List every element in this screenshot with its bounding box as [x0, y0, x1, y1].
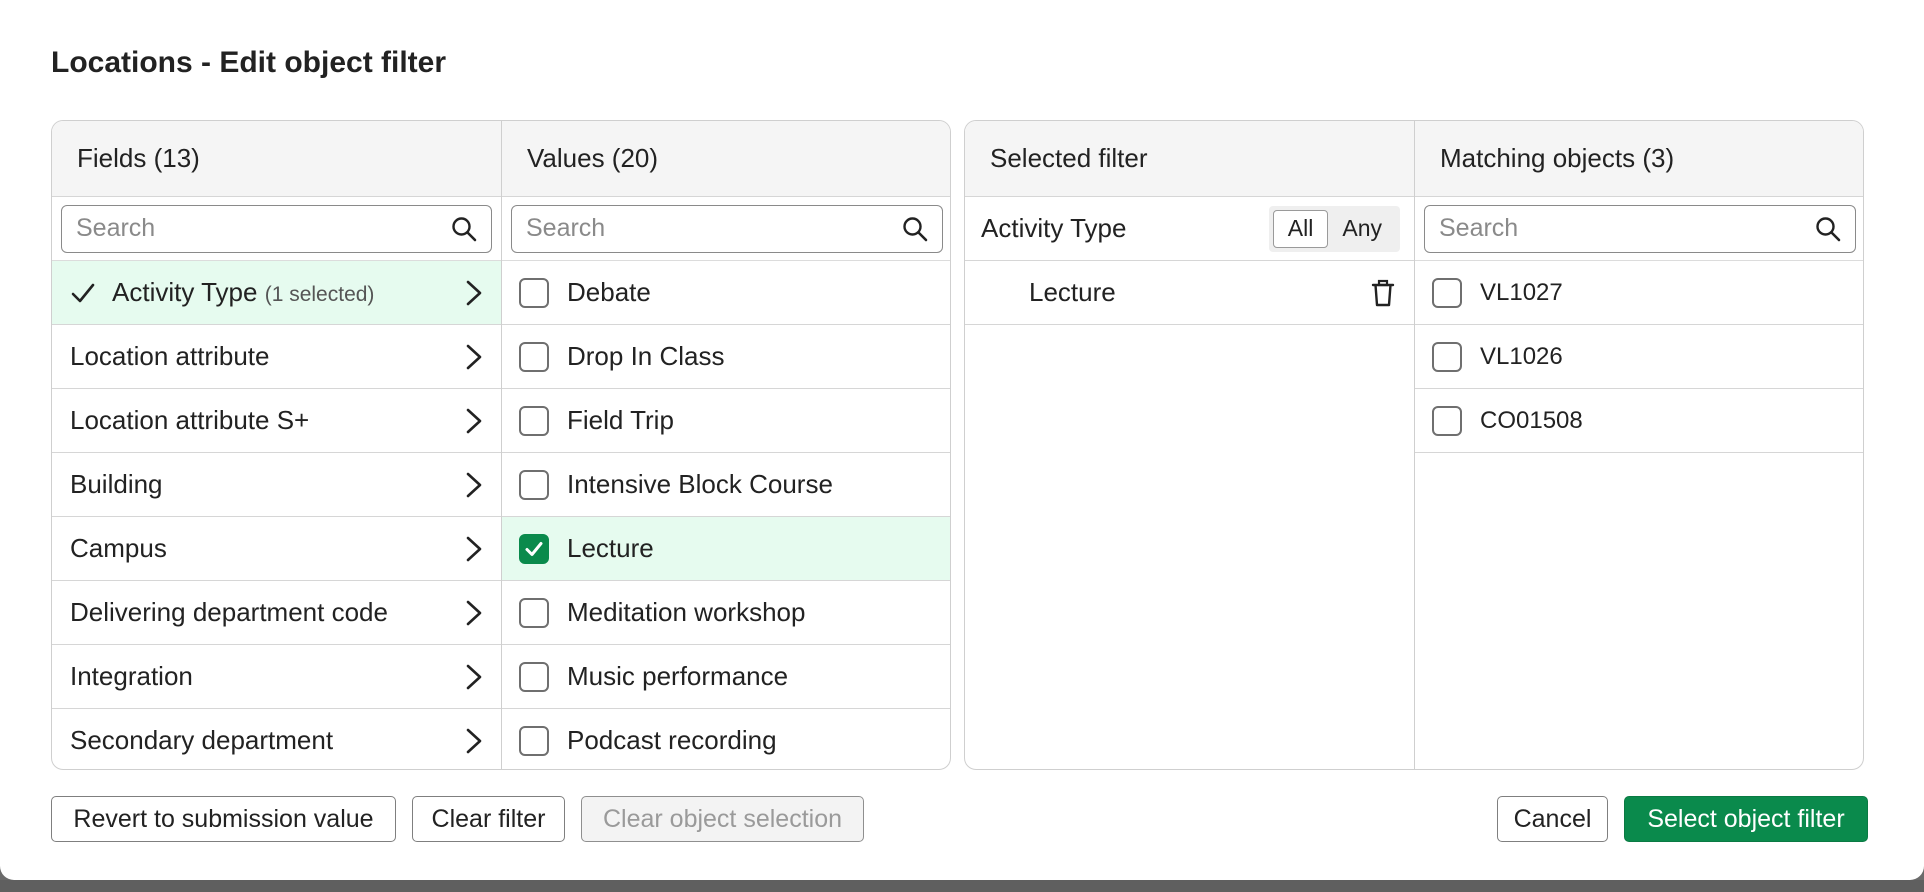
field-item-activity-type[interactable]: Activity Type (1 selected)	[52, 261, 501, 325]
toggle-any[interactable]: Any	[1328, 210, 1396, 248]
values-header: Values (20)	[502, 121, 950, 197]
selected-filter-group: Activity Type All Any	[965, 197, 1414, 261]
checkbox[interactable]	[519, 341, 549, 372]
field-item-label: Secondary department	[70, 725, 334, 755]
field-item-location-attribute-s-plus[interactable]: Location attribute S+	[52, 389, 501, 453]
search-icon[interactable]	[902, 216, 928, 242]
matching-search	[1415, 197, 1863, 261]
matching-search-box	[1424, 204, 1856, 253]
all-any-toggle: All Any	[1268, 205, 1400, 252]
chevron-right-icon	[466, 728, 482, 753]
fields-search-box	[61, 204, 492, 253]
edit-object-filter-dialog: Locations - Edit object filter Fields (1…	[0, 0, 1924, 880]
field-item-label: Campus	[70, 533, 167, 563]
toggle-all[interactable]: All	[1272, 209, 1329, 248]
matching-object-label: VL1026	[1480, 342, 1563, 370]
field-item-label: Building	[70, 469, 163, 499]
field-item-secondary-department[interactable]: Secondary department	[52, 709, 501, 769]
field-item-label: Integration	[70, 661, 193, 691]
value-item-label: Intensive Block Course	[567, 469, 833, 499]
checkbox[interactable]	[519, 661, 549, 692]
selected-filter-item-label: Lecture	[1029, 277, 1116, 307]
checkmark-icon	[525, 541, 543, 556]
checkbox[interactable]	[519, 405, 549, 436]
selected-filter-column: Selected filter Activity Type All Any Le…	[965, 121, 1414, 769]
value-item-label: Meditation workshop	[567, 597, 806, 627]
value-item-label: Lecture	[567, 533, 654, 563]
cancel-button[interactable]: Cancel	[1497, 796, 1608, 842]
matching-object-vl1026[interactable]: VL1026	[1415, 325, 1863, 389]
values-column: Values (20) Debate Drop In Class Field T…	[501, 121, 950, 769]
checkbox[interactable]	[519, 725, 549, 756]
trash-icon[interactable]	[1370, 279, 1396, 307]
chevron-right-icon	[466, 664, 482, 689]
matching-objects-header: Matching objects (3)	[1415, 121, 1863, 197]
clear-object-selection-button[interactable]: Clear object selection	[581, 796, 864, 842]
fields-search	[52, 197, 501, 261]
field-item-label: Location attribute	[70, 341, 270, 371]
search-icon[interactable]	[451, 216, 477, 242]
chevron-right-icon	[466, 536, 482, 561]
values-search-box	[511, 204, 943, 253]
checkmark-icon	[71, 283, 95, 302]
chevron-right-icon	[466, 600, 482, 625]
checkbox[interactable]	[1432, 341, 1462, 372]
checkbox-checked[interactable]	[519, 533, 549, 564]
matching-object-label: CO01508	[1480, 406, 1583, 434]
dialog-title: Locations - Edit object filter	[51, 46, 447, 79]
value-item-label: Debate	[567, 277, 651, 307]
checkbox[interactable]	[1432, 277, 1462, 308]
field-item-delivering-department-code[interactable]: Delivering department code	[52, 581, 501, 645]
filter-matching-panel: Selected filter Activity Type All Any Le…	[964, 120, 1864, 770]
checkbox[interactable]	[519, 277, 549, 308]
value-item-label: Field Trip	[567, 405, 674, 435]
revert-to-submission-button[interactable]: Revert to submission value	[51, 796, 396, 842]
matching-objects-column: Matching objects (3) VL1027 VL1026 CO015…	[1414, 121, 1863, 769]
field-item-label: Delivering department code	[70, 597, 388, 627]
search-icon[interactable]	[1815, 216, 1841, 242]
value-item-intensive-block-course[interactable]: Intensive Block Course	[502, 453, 950, 517]
fields-values-panel: Fields (13) Activity Type (1 selected) L…	[51, 120, 951, 770]
clear-filter-button[interactable]: Clear filter	[412, 796, 565, 842]
values-search-input[interactable]	[512, 205, 942, 252]
fields-search-input[interactable]	[62, 205, 491, 252]
value-item-meditation-workshop[interactable]: Meditation workshop	[502, 581, 950, 645]
chevron-right-icon	[466, 408, 482, 433]
fields-column: Fields (13) Activity Type (1 selected) L…	[52, 121, 501, 769]
matching-object-co01508[interactable]: CO01508	[1415, 389, 1863, 453]
backdrop	[0, 880, 1924, 892]
value-item-label: Podcast recording	[567, 725, 777, 755]
value-item-label: Drop In Class	[567, 341, 725, 371]
selected-filter-item: Lecture	[965, 261, 1414, 325]
chevron-right-icon	[466, 472, 482, 497]
matching-search-input[interactable]	[1425, 205, 1855, 252]
fields-header: Fields (13)	[52, 121, 501, 197]
selected-count-note: (1 selected)	[264, 283, 375, 306]
field-item-integration[interactable]: Integration	[52, 645, 501, 709]
value-item-lecture[interactable]: Lecture	[502, 517, 950, 581]
chevron-right-icon	[466, 280, 482, 305]
field-item-location-attribute[interactable]: Location attribute	[52, 325, 501, 389]
checkbox[interactable]	[519, 597, 549, 628]
selected-filter-header: Selected filter	[965, 121, 1414, 197]
value-item-podcast-recording[interactable]: Podcast recording	[502, 709, 950, 769]
field-item-building[interactable]: Building	[52, 453, 501, 517]
value-item-debate[interactable]: Debate	[502, 261, 950, 325]
value-item-field-trip[interactable]: Field Trip	[502, 389, 950, 453]
value-item-drop-in-class[interactable]: Drop In Class	[502, 325, 950, 389]
checkbox[interactable]	[1432, 405, 1462, 436]
chevron-right-icon	[466, 344, 482, 369]
value-item-label: Music performance	[567, 661, 789, 691]
field-item-label: Activity Type (1 selected)	[112, 277, 375, 307]
checkbox[interactable]	[519, 469, 549, 500]
matching-object-label: VL1027	[1480, 278, 1563, 306]
selected-filter-group-label: Activity Type	[981, 213, 1127, 243]
select-object-filter-button[interactable]: Select object filter	[1624, 796, 1868, 842]
field-item-label: Location attribute S+	[70, 405, 310, 435]
values-search	[502, 197, 950, 261]
value-item-music-performance[interactable]: Music performance	[502, 645, 950, 709]
field-item-campus[interactable]: Campus	[52, 517, 501, 581]
matching-object-vl1027[interactable]: VL1027	[1415, 261, 1863, 325]
